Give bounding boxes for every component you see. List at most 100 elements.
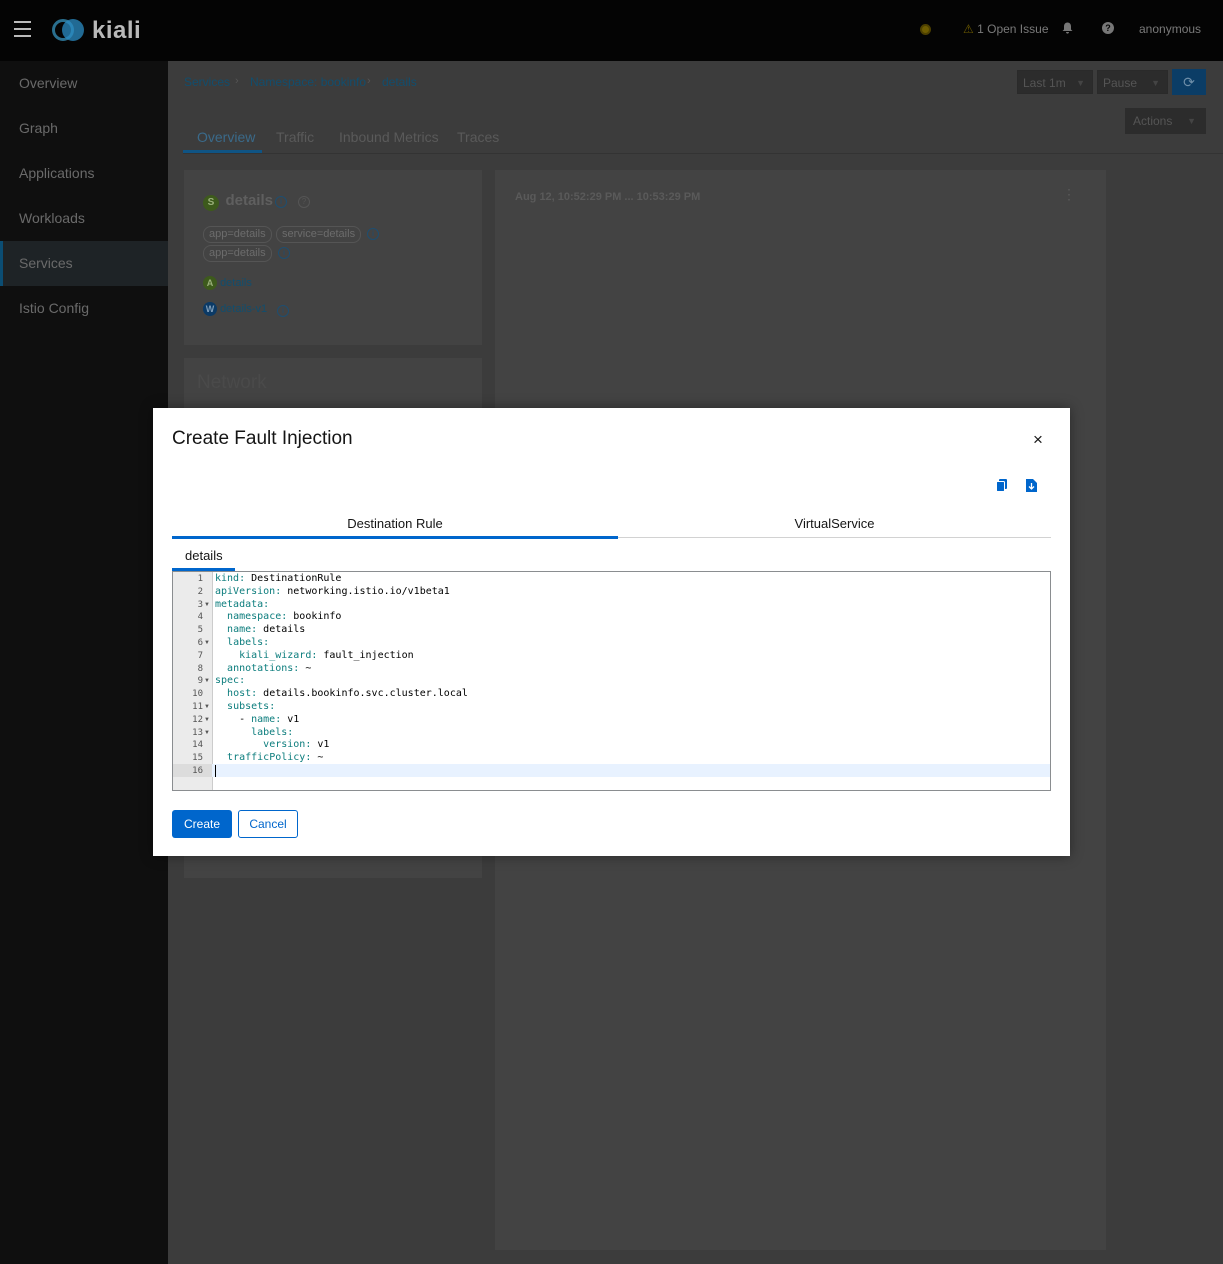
info-icon[interactable]: i [278,247,290,259]
selector-badge: app=details [203,245,272,262]
code-line: annotations: ~ [227,662,312,674]
line-number: 12 [192,714,203,725]
line-number: 4 [197,612,203,623]
kebab-menu-icon[interactable]: ⋮ [1062,186,1076,203]
sidebar-item-istio-config[interactable]: Istio Config [0,286,168,331]
interval-select[interactable]: Last 1m ▼ [1017,70,1093,94]
fold-toggle-icon[interactable]: ▼ [204,730,210,736]
active-line-highlight [212,764,1050,777]
breadcrumb-separator-icon: › [235,75,239,87]
tab-overview[interactable]: Overview [197,129,255,145]
chevron-down-icon: ▼ [1076,78,1085,88]
code-line: namespace: bookinfo [227,611,342,623]
yaml-key: spec: [215,675,246,687]
line-number: 8 [197,663,203,674]
breadcrumb-namespace[interactable]: Namespace: bookinfo [250,75,366,89]
tab-details[interactable]: details [185,548,223,563]
sidebar-item-services[interactable]: Services [0,241,168,286]
code-line: kind: DestinationRule [215,573,342,584]
tab-bar: Overview Traffic Inbound Metrics Traces [183,123,1223,154]
line-number: 3 [197,599,203,610]
yaml-key: version: [263,739,312,751]
sidebar-item-graph[interactable]: Graph [0,106,168,151]
help-circle-icon[interactable]: ? [298,196,310,208]
kiali-logo[interactable]: kiali [52,17,142,45]
tab-active-indicator [172,536,618,539]
network-card-title: Network [197,372,267,393]
copy-icon[interactable] [996,479,1010,493]
line-number: 14 [192,740,203,751]
yaml-key: kiali_wizard: [239,649,318,661]
open-issues-link[interactable]: ⚠ 1 Open Issue [963,22,1049,36]
code-line: labels: [215,727,293,738]
code-line: name: details [227,624,306,636]
app-link[interactable]: details [220,277,252,289]
info-icon[interactable]: i [367,228,379,240]
tab-traces[interactable]: Traces [457,129,499,145]
breadcrumb-services[interactable]: Services [184,75,230,89]
tab-active-indicator [183,150,262,153]
create-fault-injection-modal: Create Fault Injection × Destination Rul… [153,408,1070,856]
sidebar-item-overview[interactable]: Overview [0,61,168,106]
user-menu[interactable]: anonymous [1139,22,1201,36]
line-number: 6 [197,638,203,648]
label-badge: app=details [203,226,272,243]
yaml-key: subsets: [227,701,276,712]
yaml-key: namespace: [227,611,288,623]
line-number: 2 [197,586,203,597]
tab-virtualservice[interactable]: VirtualService [618,516,1051,531]
service-name: details [225,192,273,209]
code-line: trafficPolicy: ~ [227,752,324,764]
refresh-interval-value: Pause [1103,76,1138,90]
code-line: metadata: [215,599,269,610]
cancel-button[interactable]: Cancel [238,810,298,838]
sidebar-item-workloads[interactable]: Workloads [0,196,168,241]
yaml-key: labels: [251,726,294,738]
fold-toggle-icon[interactable]: ▼ [204,678,210,684]
download-icon[interactable] [1026,479,1040,493]
workload-link[interactable]: details-v1 [220,303,267,315]
yaml-key: host: [227,688,258,700]
yaml-key: name: [251,713,282,725]
interval-value: Last 1m [1023,76,1066,90]
info-icon[interactable]: i [277,305,289,317]
code-line: spec: [215,675,245,686]
line-number: 1 [197,574,203,584]
yaml-editor[interactable]: 1 kind: DestinationRule 2 apiVersion: netwo… [172,571,1051,791]
hamburger-menu-icon[interactable] [14,21,31,42]
code-line: apiVersion: networking.istio.io/v1beta1 [215,585,450,597]
tab-destination-rule[interactable]: Destination Rule [172,516,618,531]
chevron-down-icon: ▼ [1151,78,1160,88]
breadcrumb-separator-icon: › [367,75,371,87]
app-badge: A [203,276,217,290]
fold-toggle-icon[interactable]: ▼ [204,602,210,608]
help-icon[interactable]: ? [1102,22,1114,37]
close-icon[interactable]: × [1033,430,1043,450]
refresh-button[interactable]: ⟳ [1172,69,1206,95]
status-indicator-icon[interactable] [920,24,931,35]
create-button[interactable]: Create [172,810,232,838]
notifications-bell-icon[interactable] [1062,22,1073,37]
logo-text: kiali [92,17,142,44]
graph-time-range: Aug 12, 10:52:29 PM ... 10:53:29 PM [515,191,701,203]
refresh-interval-select[interactable]: Pause ▼ [1097,70,1168,94]
svg-text:?: ? [1105,23,1111,33]
fold-toggle-icon[interactable]: ▼ [204,704,210,710]
workload-badge: W [203,302,217,316]
tab-inbound-metrics[interactable]: Inbound Metrics [339,129,439,145]
fold-toggle-icon[interactable]: ▼ [204,717,210,723]
code-line: labels: [215,637,269,648]
yaml-key: name: [227,624,258,636]
yaml-key: kind: [215,573,246,584]
sidebar-nav: Overview Graph Applications Workloads Se… [0,61,168,1264]
line-number: 13 [192,727,203,738]
code-line: - name: v1 [215,713,300,725]
label-badge: service=details [276,226,362,243]
masthead: kiali ⚠ 1 Open Issue ? anonymous [0,0,1223,61]
tab-traffic[interactable]: Traffic [276,129,314,145]
service-badge: S [203,195,219,211]
breadcrumb-current: details [382,75,417,89]
info-icon[interactable]: i [275,196,287,208]
fold-toggle-icon[interactable]: ▼ [204,640,210,646]
sidebar-item-applications[interactable]: Applications [0,151,168,196]
